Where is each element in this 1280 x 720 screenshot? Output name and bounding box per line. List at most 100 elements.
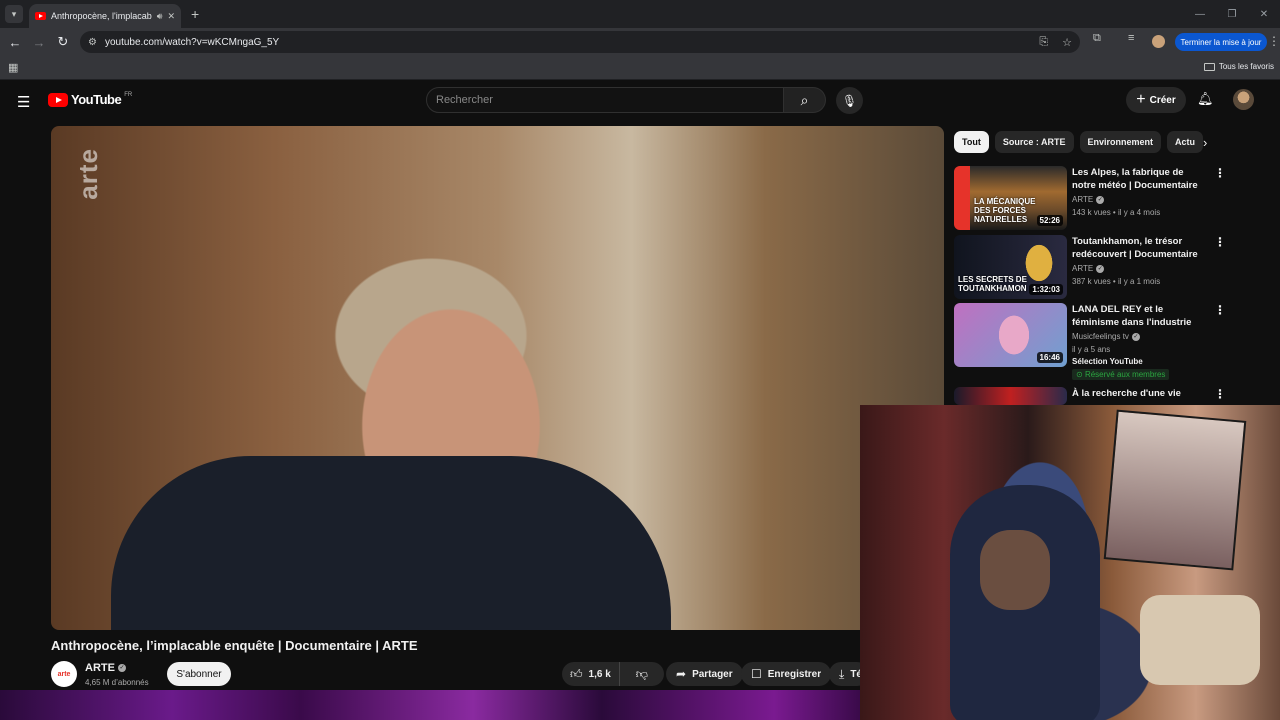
recommendation-channel[interactable]: ARTE ✓ [1072, 195, 1105, 204]
thumbs-down-icon: 👎︎ [635, 666, 648, 681]
more-options-icon[interactable]: ⋮ [1214, 387, 1226, 401]
country-code: FR [124, 91, 133, 98]
profile-avatar[interactable] [1152, 35, 1165, 48]
view-count: 387 k vues [1072, 277, 1111, 286]
search-input[interactable]: Rechercher [426, 87, 784, 113]
address-toolbar: ← → ↻ ⚙ youtube.com/watch?v=wKCMngaG_5Y … [0, 28, 1280, 56]
save-button[interactable]: ☐ Enregistrer [741, 662, 832, 686]
save-label: Enregistrer [767, 668, 822, 680]
video-frame-subject [111, 456, 671, 630]
apps-grid-icon[interactable]: ▦ [8, 61, 18, 74]
verified-icon: ✓ [1096, 264, 1105, 273]
extensions-icon[interactable]: ⧉ [1093, 32, 1101, 45]
minimize-icon[interactable]: — [1184, 9, 1216, 20]
video-thumbnail[interactable]: LES SECRETS DE TOUTANKHAMON 1:32:03 [954, 235, 1067, 299]
voice-search-button[interactable]: 🎙︎ [836, 87, 863, 114]
share-button[interactable]: ➦ Partager [666, 662, 743, 686]
channel-name-text: ARTE [85, 662, 115, 674]
chip-all[interactable]: Tout [954, 131, 989, 153]
share-label: Partager [692, 668, 733, 680]
video-thumbnail[interactable]: 16:46 [954, 303, 1067, 367]
video-title: Anthropocène, l’implacable enquête | Doc… [51, 638, 418, 653]
reload-icon[interactable]: ↻ [51, 34, 75, 50]
recommendation-title[interactable]: À la recherche d'une vie [1072, 387, 1202, 400]
speaker-icon[interactable]: 🔊︎ [157, 11, 163, 22]
duration-badge: 1:32:03 [1029, 284, 1063, 295]
like-button[interactable]: 👍︎ 1,6 k [562, 662, 620, 686]
view-count: 143 k vues [1072, 208, 1111, 217]
more-options-icon[interactable]: ⋮ [1214, 166, 1226, 180]
new-tab-icon[interactable]: + [191, 6, 199, 22]
channel-avatar[interactable]: arte [51, 661, 77, 687]
tab-search-chevron-icon[interactable]: ▾ [5, 5, 23, 23]
chips-next-chevron-icon[interactable]: › [1203, 135, 1207, 150]
upload-age: il y a 5 ans [1072, 345, 1111, 354]
thumbnail-caption: LA MÉCANIQUE DES FORCES NATURELLES [974, 197, 1036, 224]
recommendation-item[interactable]: LA MÉCANIQUE DES FORCES NATURELLES 52:26… [954, 166, 1254, 230]
notifications-bell-icon[interactable]: 🔔︎ [1197, 91, 1214, 107]
video-thumbnail[interactable]: LA MÉCANIQUE DES FORCES NATURELLES 52:26 [954, 166, 1067, 230]
arte-watermark: arte [73, 148, 103, 200]
chrome-menu-icon[interactable]: ⋮ [1268, 34, 1280, 48]
search-button[interactable]: ⌕ [784, 87, 826, 113]
maximize-icon[interactable]: ❐ [1216, 9, 1248, 20]
channel-label: ARTE [1072, 264, 1094, 273]
tab-title: Anthropocène, l'implacable [51, 11, 152, 21]
wall-poster [1103, 409, 1247, 571]
reading-list-icon[interactable]: ≡ [1128, 32, 1134, 44]
members-label: Réservé aux membres [1084, 370, 1166, 379]
back-icon[interactable]: ← [3, 35, 27, 50]
omnibox[interactable]: ⚙ youtube.com/watch?v=wKCMngaG_5Y ⎘ ☆ [80, 31, 1080, 53]
channel-name[interactable]: ARTE ✓ [85, 662, 126, 674]
youtube-logo[interactable]: YouTube FR [48, 92, 132, 107]
chip-environment[interactable]: Environnement [1079, 131, 1162, 153]
thumbnail-caption: LES SECRETS DE TOUTANKHAMON [958, 275, 1027, 293]
account-avatar[interactable] [1233, 89, 1254, 110]
close-window-icon[interactable]: ✕ [1248, 9, 1280, 20]
url-text[interactable]: youtube.com/watch?v=wKCMngaG_5Y [105, 37, 279, 48]
close-tab-icon[interactable]: ✕ [167, 11, 175, 22]
microphone-icon: 🎙︎ [841, 93, 858, 108]
more-options-icon[interactable]: ⋮ [1214, 303, 1226, 317]
upload-age: il y a 4 mois [1117, 208, 1161, 217]
forward-icon[interactable]: → [27, 35, 51, 50]
recommendation-title[interactable]: Les Alpes, la fabrique de notre météo | … [1072, 166, 1202, 192]
recommendation-item[interactable]: À la recherche d'une vie ⋮ [954, 387, 1254, 405]
recommendation-title[interactable]: LANA DEL REY et le féminisme dans l'indu… [1072, 303, 1202, 329]
taskbar-overlay-strip [0, 690, 860, 720]
youtube-play-icon [48, 92, 68, 107]
upload-age: il y a 1 mois [1117, 277, 1161, 286]
channel-label: ARTE [1072, 195, 1094, 204]
youtube-masthead: ☰ YouTube FR Rechercher ⌕ 🎙︎ + Créer 🔔︎ [0, 80, 1280, 120]
recommendation-item[interactable]: LES SECRETS DE TOUTANKHAMON 1:32:03 Tout… [954, 235, 1254, 299]
install-app-icon[interactable]: ⎘ [1039, 36, 1048, 49]
folder-icon [1203, 62, 1215, 71]
bookmark-star-icon[interactable]: ☆ [1062, 36, 1072, 49]
dislike-button[interactable]: 👎︎ [626, 667, 658, 682]
thumbs-up-icon: 👍︎ [570, 666, 583, 681]
search-icon: ⌕ [800, 91, 809, 108]
recommendation-channel[interactable]: ARTE ✓ [1072, 264, 1105, 273]
chip-news[interactable]: Actu [1167, 131, 1204, 153]
update-button[interactable]: Terminer la mise à jour [1175, 33, 1267, 51]
menu-icon[interactable]: ☰ [17, 93, 30, 111]
webcam-overlay [860, 405, 1280, 720]
recommendation-item[interactable]: 16:46 LANA DEL REY et le féminisme dans … [954, 303, 1254, 383]
site-info-icon[interactable]: ⚙ [88, 37, 97, 48]
bookmarks-bar: ▦ Tous les favoris [0, 56, 1280, 80]
members-only-badge: ⊙ Réservé aux membres [1072, 369, 1170, 380]
recommendation-title[interactable]: Toutankhamon, le trésor redécouvert | Do… [1072, 235, 1202, 261]
chip-source-arte[interactable]: Source : ARTE [994, 131, 1074, 153]
arte-logo-band [954, 166, 970, 230]
browser-tab-active[interactable]: Anthropocène, l'implacable 🔊︎ ✕ [29, 4, 181, 28]
plus-icon: + [1136, 91, 1146, 108]
video-player[interactable]: arte [51, 126, 944, 630]
subscribe-button[interactable]: S'abonner [167, 662, 231, 686]
create-button[interactable]: + Créer [1126, 87, 1186, 113]
window-controls: — ❐ ✕ [1184, 0, 1280, 28]
more-options-icon[interactable]: ⋮ [1214, 235, 1226, 249]
all-bookmarks[interactable]: Tous les favoris [1203, 62, 1274, 71]
recommendation-meta: 143 k vues • il y a 4 mois [1072, 208, 1161, 217]
recommendation-channel[interactable]: Musicfeelings tv ✓ [1072, 332, 1140, 341]
video-thumbnail[interactable] [954, 387, 1067, 405]
